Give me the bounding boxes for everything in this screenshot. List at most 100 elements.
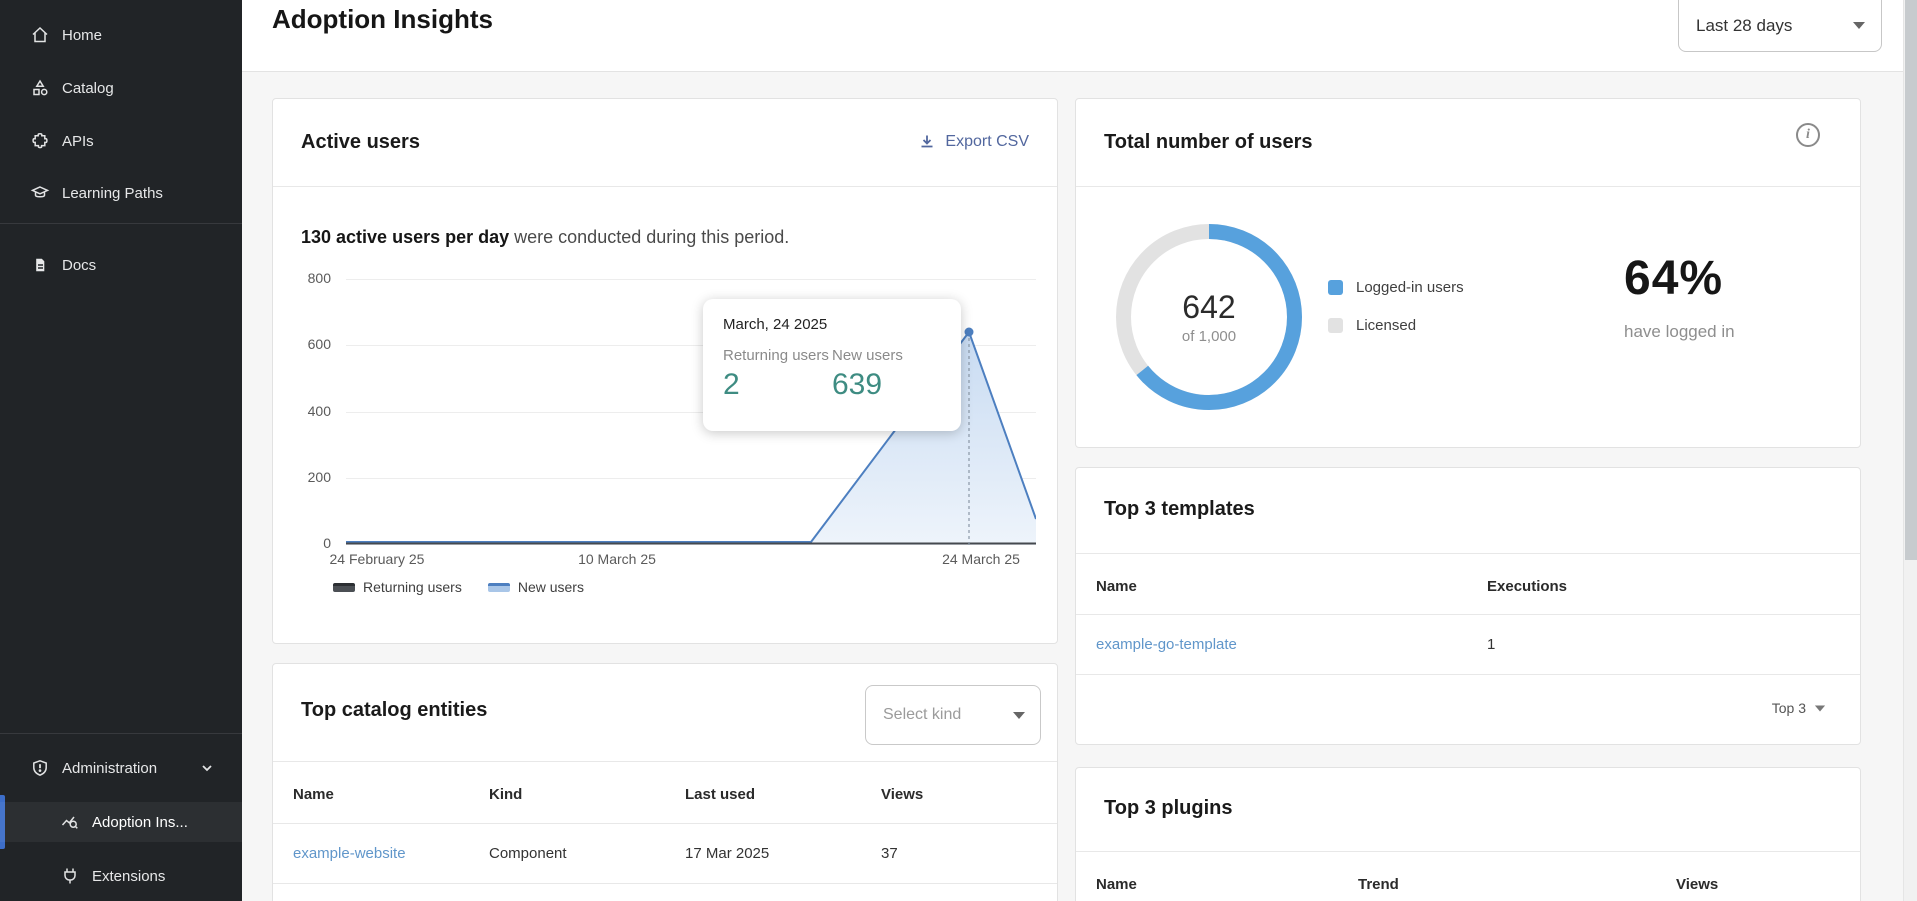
sidebar-item-catalog[interactable]: Catalog (0, 68, 242, 108)
template-executions: 1 (1487, 636, 1495, 653)
download-icon (918, 133, 936, 151)
learning-paths-icon (30, 183, 50, 203)
adoption-insights-icon (60, 812, 80, 832)
column-header-executions: Executions (1487, 578, 1567, 595)
percent-summary: 64% have logged in (1624, 251, 1824, 342)
returning-users-swatch (333, 583, 355, 592)
legend-label: New users (518, 579, 584, 595)
new-users-swatch (488, 583, 510, 592)
chart-tooltip: March, 24 2025 Returning users 2 New use… (703, 299, 961, 431)
info-icon[interactable]: i (1796, 123, 1820, 147)
catalog-icon (30, 78, 50, 98)
donut-legend: Logged-in users Licensed (1328, 279, 1464, 334)
shield-icon (30, 758, 50, 778)
chart-summary: 130 active users per day were conducted … (301, 227, 789, 248)
page-title: Adoption Insights (272, 4, 493, 35)
column-header-name: Name (1096, 876, 1137, 893)
tooltip-value: 639 (832, 368, 941, 402)
sidebar-item-label: Adoption Ins... (92, 814, 188, 831)
percent-value: 64% (1624, 251, 1824, 306)
sidebar-item-extensions[interactable]: Extensions (0, 856, 242, 896)
donut-center-label: 642 of 1,000 (1116, 224, 1302, 410)
card-divider (273, 186, 1057, 187)
home-icon (30, 25, 50, 45)
card-title: Total number of users (1104, 131, 1313, 154)
sidebar-item-label: Extensions (92, 868, 165, 885)
y-axis-tick: 0 (273, 535, 331, 551)
period-select-value: Last 28 days (1696, 16, 1792, 36)
vertical-scrollbar (1903, 0, 1917, 901)
scrollbar-thumb[interactable] (1905, 0, 1917, 560)
dropdown-arrow-icon (1815, 705, 1825, 711)
x-axis-tick: 10 March 25 (542, 551, 692, 567)
donut-caption: of 1,000 (1182, 328, 1236, 345)
top-n-select[interactable]: Top 3 (1772, 700, 1826, 716)
tooltip-label: New users (832, 347, 941, 364)
adoption-insights-page: Home Catalog APIs Learning Paths Docs (0, 0, 1917, 901)
card-title: Top 3 templates (1104, 498, 1255, 521)
plug-icon (60, 866, 80, 886)
apis-icon (30, 131, 50, 151)
sidebar-item-adoption-insights[interactable]: Adoption Ins... (0, 802, 242, 842)
row-divider (1076, 674, 1860, 675)
y-axis-tick: 600 (273, 336, 331, 352)
top-plugins-card: Top 3 plugins Name Trend Views (1075, 767, 1861, 901)
docs-icon (30, 255, 50, 275)
card-title: Top 3 plugins (1104, 797, 1233, 820)
column-header-name: Name (293, 786, 334, 803)
top-n-select-value: Top 3 (1772, 700, 1806, 716)
tooltip-date: March, 24 2025 (723, 316, 941, 333)
period-select[interactable]: Last 28 days (1678, 0, 1882, 52)
entity-last-used: 17 Mar 2025 (685, 845, 769, 862)
export-csv-button[interactable]: Export CSV (908, 127, 1039, 157)
y-axis-tick: 200 (273, 469, 331, 485)
chart-legend: Returning users New users (333, 579, 584, 595)
entity-kind: Component (489, 845, 567, 862)
sidebar: Home Catalog APIs Learning Paths Docs (0, 0, 242, 901)
sidebar-item-label: Learning Paths (62, 185, 163, 202)
sidebar-item-home[interactable]: Home (0, 15, 242, 55)
card-title: Top catalog entities (301, 699, 487, 722)
y-axis-tick: 800 (273, 270, 331, 286)
percent-caption: have logged in (1624, 322, 1824, 342)
card-divider (273, 761, 1057, 762)
sidebar-item-docs[interactable]: Docs (0, 245, 242, 285)
legend-label: Logged-in users (1356, 279, 1464, 296)
x-axis-tick: 24 March 25 (906, 551, 1056, 567)
export-csv-label: Export CSV (945, 133, 1029, 151)
kind-select-placeholder: Select kind (883, 706, 961, 724)
column-header-trend: Trend (1358, 876, 1399, 893)
highlighted-data-point (965, 328, 974, 337)
page-header: Adoption Insights Last 28 days (242, 0, 1917, 72)
legend-label: Licensed (1356, 317, 1416, 334)
top-templates-card: Top 3 templates Name Executions example-… (1075, 467, 1861, 745)
card-title: Active users (301, 131, 420, 154)
dropdown-arrow-icon (1853, 22, 1865, 29)
dropdown-arrow-icon (1013, 712, 1025, 719)
logged-in-swatch (1328, 280, 1343, 295)
row-divider (273, 823, 1057, 824)
row-divider (1076, 614, 1860, 615)
column-header-views: Views (1676, 876, 1718, 893)
main-content: Adoption Insights Last 28 days Active us… (242, 0, 1917, 901)
y-axis-tick: 400 (273, 403, 331, 419)
top-catalog-entities-card: Top catalog entities Select kind Name Ki… (272, 663, 1058, 901)
sidebar-divider (0, 223, 242, 224)
sidebar-item-label: Catalog (62, 80, 114, 97)
donut-value: 642 (1182, 289, 1235, 326)
column-header-last-used: Last used (685, 786, 755, 803)
sidebar-item-learning-paths[interactable]: Learning Paths (0, 173, 242, 213)
sidebar-divider (0, 733, 242, 734)
sidebar-item-label: Docs (62, 257, 96, 274)
sidebar-item-administration[interactable]: Administration (0, 748, 242, 788)
total-users-card: Total number of users i 642 of 1,000 Log… (1075, 98, 1861, 448)
template-name-link[interactable]: example-go-template (1096, 636, 1237, 653)
sidebar-item-apis[interactable]: APIs (0, 121, 242, 161)
sidebar-item-label: Administration (62, 760, 157, 777)
kind-select[interactable]: Select kind (865, 685, 1041, 745)
entity-name-link[interactable]: example-website (293, 845, 406, 862)
column-header-kind: Kind (489, 786, 522, 803)
tooltip-value: 2 (723, 368, 832, 402)
card-divider (1076, 186, 1860, 187)
sidebar-item-label: Home (62, 27, 102, 44)
